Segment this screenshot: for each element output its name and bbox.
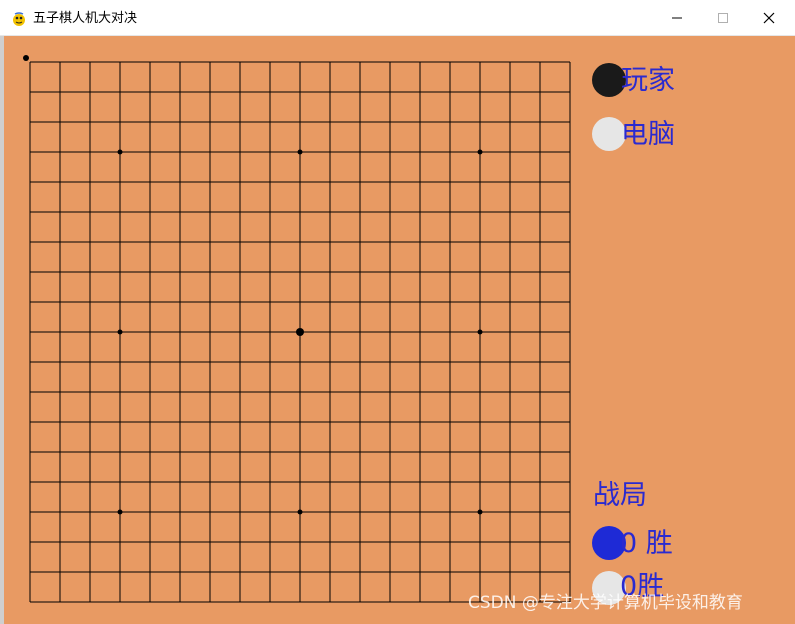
star-point — [117, 329, 123, 335]
csdn-watermark: CSDN @专注大学计算机毕设和教育 — [468, 593, 743, 613]
computer-label: 电脑 — [621, 119, 675, 150]
title-bar: 五子棋人机大对决 — [0, 0, 795, 36]
maximize-icon — [718, 13, 728, 23]
player-score: 0 胜 — [620, 528, 673, 559]
window-title: 五子棋人机大对决 — [33, 11, 138, 26]
minimize-icon — [672, 17, 682, 19]
star-point — [477, 329, 483, 335]
game-canvas[interactable]: 玩家 电脑 战局 0 胜 0胜 — [4, 36, 795, 624]
minimize-button[interactable] — [654, 0, 700, 36]
player-label: 玩家 — [621, 65, 675, 96]
gomoku-board[interactable] — [4, 36, 795, 624]
star-point — [117, 509, 123, 515]
star-point — [477, 509, 483, 515]
close-button[interactable] — [746, 0, 792, 36]
star-point — [297, 149, 303, 155]
pygame-snake-icon — [13, 12, 25, 26]
close-icon — [763, 12, 775, 24]
star-point — [297, 509, 303, 515]
corner-marker — [23, 55, 29, 61]
center-star-point — [296, 328, 304, 336]
record-title: 战局 — [593, 480, 647, 511]
star-point — [117, 149, 123, 155]
star-point — [477, 149, 483, 155]
maximize-button[interactable] — [700, 0, 746, 36]
